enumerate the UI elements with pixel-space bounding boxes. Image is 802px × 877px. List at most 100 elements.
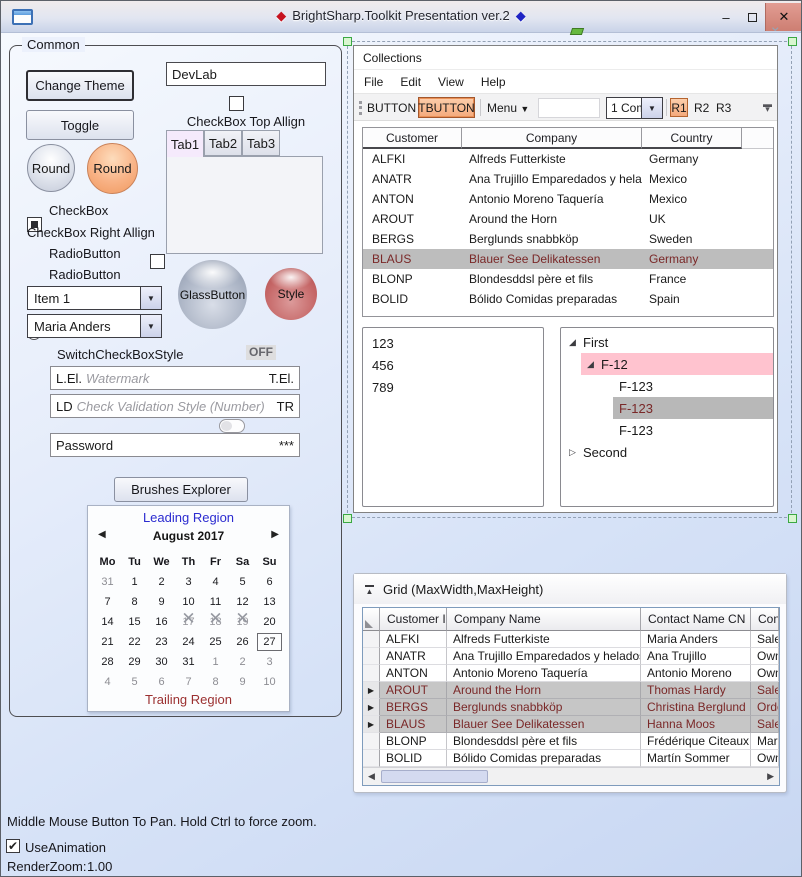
glass-button[interactable]: GlassButton: [178, 260, 247, 329]
menu-view[interactable]: View: [438, 75, 464, 89]
tree-collapsed-icon[interactable]: ▷: [569, 447, 583, 458]
calendar-day[interactable]: 30: [148, 652, 175, 672]
chevron-down-icon[interactable]: ▼: [641, 98, 662, 118]
table-row[interactable]: ANATRAna Trujillo Emparedados y helaMexi…: [363, 169, 773, 189]
watermark-input[interactable]: L.El. Watermark T.El.: [50, 366, 300, 390]
calendar-day[interactable]: 7: [175, 672, 202, 692]
resize-handle-bottom-left[interactable]: [343, 514, 352, 523]
change-theme-button[interactable]: Change Theme: [26, 70, 134, 101]
maximize-button[interactable]: [739, 3, 765, 31]
calendar-day[interactable]: 4: [202, 572, 229, 592]
table-row-selected[interactable]: BLAUSBlauer See DelikatessenGermany: [363, 249, 773, 269]
toolbar-toggle-button[interactable]: TBUTTON: [418, 97, 475, 118]
customer-combobox[interactable]: Maria Anders ▼: [27, 314, 162, 338]
calendar-day[interactable]: 14: [94, 612, 121, 632]
resize-handle-top-right[interactable]: [788, 37, 797, 46]
list-item[interactable]: 789: [363, 376, 543, 398]
table-row[interactable]: BOLIDBólido Comidas preparadasSpain: [363, 289, 773, 309]
select-all-corner[interactable]: [363, 608, 380, 631]
tree-item-f12[interactable]: ◢F-12: [581, 353, 773, 375]
calendar-day[interactable]: 3: [175, 572, 202, 592]
toolbar-menu-button[interactable]: Menu ▼: [487, 101, 529, 115]
column-header-country[interactable]: Country: [642, 128, 742, 149]
round-button-gray[interactable]: Round: [27, 144, 75, 192]
tree-expanded-icon[interactable]: ◢: [569, 337, 583, 348]
calendar-day[interactable]: 6: [148, 672, 175, 692]
list-item[interactable]: 456: [363, 354, 543, 376]
row-selector[interactable]: [363, 750, 380, 767]
minimize-button[interactable]: –: [713, 3, 739, 31]
calendar-month-header[interactable]: August 2017: [88, 529, 289, 543]
calendar-day[interactable]: 3: [256, 652, 283, 672]
calendar-day[interactable]: 25: [202, 632, 229, 652]
checkbox-top-align[interactable]: [229, 96, 244, 111]
table-row[interactable]: ANTONAntonio Moreno TaqueríaAntonio More…: [363, 665, 779, 682]
scroll-left-icon[interactable]: ◀: [368, 771, 375, 782]
calendar-day[interactable]: 31: [175, 652, 202, 672]
toolbar-overflow-icon[interactable]: ▬▾: [763, 102, 772, 112]
calendar-day[interactable]: 24: [175, 632, 202, 652]
tree-item-first[interactable]: ◢First: [561, 331, 773, 353]
calendar-day[interactable]: 28: [94, 652, 121, 672]
table-row-selected[interactable]: ▶BLAUSBlauer See DelikatessenHanna MoosS…: [363, 716, 779, 733]
calendar-day[interactable]: 8: [121, 592, 148, 612]
checkbox-right-align[interactable]: [150, 254, 165, 269]
collapse-icon[interactable]: ▲: [365, 585, 374, 594]
tab-tab3[interactable]: Tab3: [242, 130, 280, 156]
calendar-day[interactable]: 13: [256, 592, 283, 612]
style-button[interactable]: Style: [265, 268, 317, 320]
calendar-day[interactable]: 31: [94, 572, 121, 592]
switch-toggle[interactable]: [219, 419, 245, 433]
tree-item-f123-selected[interactable]: F-123: [613, 397, 773, 419]
column-header-customer-id[interactable]: Customer ID: [380, 608, 447, 631]
calendar-day[interactable]: 15: [121, 612, 148, 632]
calendar-day[interactable]: 1: [121, 572, 148, 592]
table-row[interactable]: ALFKIAlfreds FutterkisteGermany: [363, 149, 773, 169]
calendar-day[interactable]: 2: [148, 572, 175, 592]
table-row[interactable]: BOLIDBólido Comidas preparadasMartín Som…: [363, 750, 779, 767]
calendar-day[interactable]: 1: [202, 652, 229, 672]
toggle-button[interactable]: Toggle: [26, 110, 134, 140]
chevron-down-icon[interactable]: ⌄: [769, 17, 782, 35]
column-header-customer[interactable]: Customer: [363, 128, 462, 149]
calendar-day[interactable]: 6: [256, 572, 283, 592]
toolbar-radio-r3[interactable]: R3: [716, 101, 731, 115]
calendar-day[interactable]: 29: [121, 652, 148, 672]
calendar-day[interactable]: 5: [121, 672, 148, 692]
table-row[interactable]: BERGSBerglunds snabbköpSweden: [363, 229, 773, 249]
column-header-contact-name[interactable]: Contact Name CN: [641, 608, 751, 631]
devlab-input[interactable]: DevLab: [166, 62, 326, 86]
tree-item-f123[interactable]: F-123: [619, 375, 773, 397]
tab-tab1[interactable]: Tab1: [166, 130, 204, 157]
column-header-company[interactable]: Company: [462, 128, 642, 149]
table-row[interactable]: ANTONAntonio Moreno TaqueríaMexico: [363, 189, 773, 209]
calendar-day[interactable]: 9: [148, 592, 175, 612]
calendar-day[interactable]: 9: [229, 672, 256, 692]
horizontal-scrollbar[interactable]: ◀ ▶: [363, 767, 779, 785]
calendar-day[interactable]: 10: [256, 672, 283, 692]
calendar-day[interactable]: 4: [94, 672, 121, 692]
anchor-icon[interactable]: [570, 28, 584, 35]
calendar-day[interactable]: 2: [229, 652, 256, 672]
calendar-day[interactable]: 16: [148, 612, 175, 632]
table-row[interactable]: ALFKIAlfreds FutterkisteMaria AndersSale…: [363, 631, 779, 648]
column-header-company-name[interactable]: Company Name: [447, 608, 641, 631]
round-button-orange[interactable]: Round: [87, 143, 138, 194]
item-combobox[interactable]: Item 1 ▼: [27, 286, 162, 310]
toolbar-textbox[interactable]: [538, 98, 600, 118]
row-selector-icon[interactable]: ▶: [363, 699, 380, 716]
toolbar-grip-icon[interactable]: [359, 101, 362, 115]
tree-expanded-icon[interactable]: ◢: [587, 359, 601, 370]
toolbar-combobox[interactable]: 1 Com ▼: [606, 97, 663, 119]
expander-header[interactable]: ▲ Grid (MaxWidth,MaxHeight): [354, 574, 786, 604]
calendar-day[interactable]: 23: [148, 632, 175, 652]
use-animation-checkbox[interactable]: ✔: [6, 839, 20, 853]
row-selector[interactable]: [363, 733, 380, 750]
calendar-day[interactable]: 22: [121, 632, 148, 652]
resize-handle-bottom-right[interactable]: [788, 514, 797, 523]
toolbar-button[interactable]: BUTTON: [367, 101, 416, 115]
calendar-day[interactable]: 5: [229, 572, 256, 592]
table-row-selected[interactable]: ▶BERGSBerglunds snabbköpChristina Berglu…: [363, 699, 779, 716]
table-row[interactable]: BLONPBlondesddsl père et filsFrédérique …: [363, 733, 779, 750]
collections-title-bar[interactable]: Collections: [354, 46, 777, 70]
